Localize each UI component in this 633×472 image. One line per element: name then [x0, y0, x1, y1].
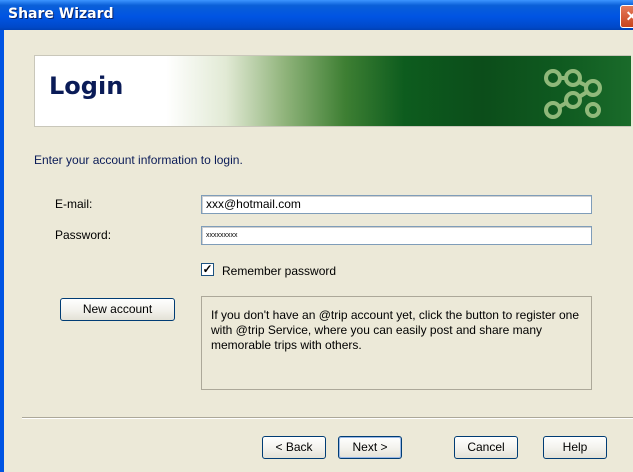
password-field[interactable]: xxxxxxxxx: [201, 226, 592, 245]
page-title: Login: [49, 72, 124, 100]
close-button[interactable]: ✕: [620, 5, 633, 28]
trip-network-logo-icon: [544, 69, 602, 119]
back-button[interactable]: < Back: [262, 436, 326, 459]
next-button[interactable]: Next >: [338, 436, 402, 459]
checkmark-icon: ✓: [202, 262, 213, 276]
email-field[interactable]: xxx@hotmail.com: [201, 195, 592, 214]
new-account-button[interactable]: New account: [60, 298, 175, 321]
email-label: E-mail:: [55, 197, 93, 211]
header-banner: Login: [34, 55, 631, 127]
remember-password-label[interactable]: Remember password: [222, 264, 336, 278]
window-title: Share Wizard: [8, 6, 114, 22]
info-box: If you don't have an @trip account yet, …: [201, 296, 592, 390]
footer-divider: [22, 417, 633, 419]
title-bar[interactable]: Share Wizard ✕: [0, 0, 633, 30]
password-label: Password:: [55, 228, 112, 242]
cancel-button[interactable]: Cancel: [454, 436, 518, 459]
window-border: [0, 30, 4, 472]
intro-text: Enter your account information to login.: [34, 153, 243, 167]
close-icon: ✕: [625, 8, 633, 24]
remember-password-checkbox[interactable]: ✓: [201, 263, 214, 276]
help-button[interactable]: Help: [543, 436, 607, 459]
info-text: If you don't have an @trip account yet, …: [211, 308, 580, 352]
